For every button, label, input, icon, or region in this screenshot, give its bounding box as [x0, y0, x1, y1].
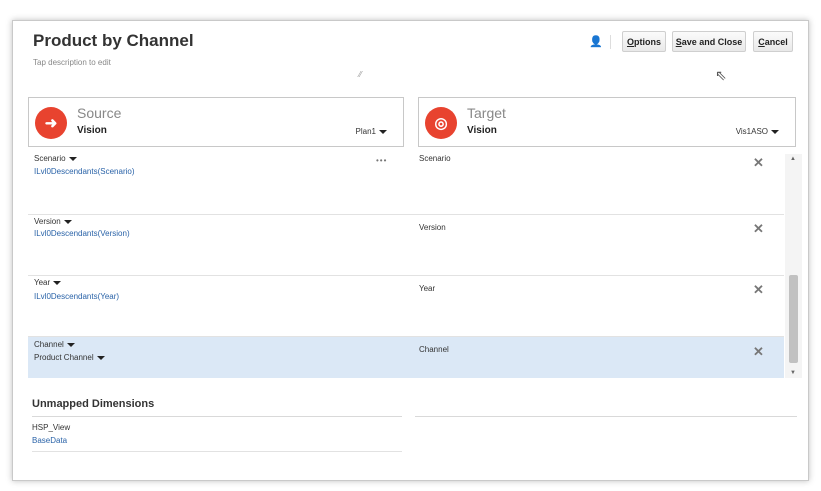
- target-card: ◎ Target Vision Vis1ASO: [418, 97, 796, 147]
- divider: [32, 451, 402, 452]
- source-dimension-label: Version: [34, 217, 61, 226]
- source-dimension-dropdown[interactable]: Scenario: [34, 154, 77, 163]
- unmapped-dimensions-title: Unmapped Dimensions: [32, 398, 155, 410]
- member-selection-link[interactable]: ILvl0Descendants(Year): [34, 292, 119, 301]
- table-row[interactable]: Channel Product Channel Channel ✕: [28, 337, 784, 378]
- target-app: Vision: [467, 125, 497, 136]
- source-cube-dropdown[interactable]: Plan1: [356, 127, 387, 136]
- save-and-close-button[interactable]: Save and Close: [672, 31, 746, 52]
- chevron-down-icon: [63, 219, 72, 224]
- source-dimension-dropdown[interactable]: Version: [34, 217, 72, 226]
- scroll-up-icon[interactable]: ▲: [790, 156, 796, 162]
- close-icon[interactable]: ✕: [753, 221, 764, 237]
- chevron-down-icon: [68, 156, 77, 161]
- close-icon[interactable]: ✕: [753, 344, 764, 360]
- resize-handle-icon[interactable]: ⁄⁄: [359, 70, 362, 79]
- more-actions-icon[interactable]: •••: [376, 156, 387, 165]
- table-row[interactable]: Scenario ILvl0Descendants(Scenario) ••• …: [28, 154, 784, 215]
- target-cube-value: Vis1ASO: [735, 127, 768, 136]
- options-button[interactable]: Options: [622, 31, 666, 52]
- scroll-down-icon[interactable]: ▼: [790, 370, 796, 376]
- user-icon[interactable]: 👤: [589, 35, 603, 48]
- unmapped-member-link[interactable]: BaseData: [32, 436, 67, 445]
- source-dimension-dropdown[interactable]: Year: [34, 278, 62, 287]
- member-selection-link[interactable]: ILvl0Descendants(Scenario): [34, 167, 135, 176]
- dialog-frame: Product by Channel Tap description to ed…: [12, 20, 809, 481]
- target-label: Target: [467, 105, 506, 121]
- chevron-down-icon: [66, 342, 75, 347]
- page-title: Product by Channel: [33, 31, 194, 50]
- source-dimension-label: Year: [34, 278, 51, 287]
- divider: [32, 416, 402, 417]
- close-icon[interactable]: ✕: [753, 282, 764, 298]
- vertical-scrollbar[interactable]: ▲ ▼: [785, 154, 802, 378]
- divider: [415, 416, 797, 417]
- target-dimension: Scenario: [419, 154, 451, 163]
- scrollbar-thumb[interactable]: [789, 275, 798, 363]
- table-row[interactable]: Version ILvl0Descendants(Version) Versio…: [28, 215, 784, 276]
- options-button-label: Options: [626, 36, 661, 47]
- chevron-down-icon: [96, 355, 105, 360]
- source-cube-value: Plan1: [355, 127, 376, 136]
- save-and-close-button-label: Save and Close: [675, 36, 743, 47]
- source-exit-icon: ➜: [35, 107, 67, 139]
- member-selection-label: Product Channel: [34, 353, 94, 362]
- target-dimension: Year: [419, 284, 436, 293]
- description-field[interactable]: Tap description to edit: [33, 58, 111, 67]
- source-dimension-dropdown[interactable]: Channel: [34, 340, 75, 349]
- chevron-down-icon: [771, 129, 779, 134]
- mouse-cursor-icon: ⇖: [715, 67, 727, 83]
- target-bullseye-icon: ◎: [425, 107, 457, 139]
- member-selection-link[interactable]: ILvl0Descendants(Version): [34, 229, 130, 238]
- source-app: Vision: [77, 125, 107, 136]
- cancel-button[interactable]: Cancel: [753, 31, 793, 52]
- target-dimension: Channel: [419, 345, 449, 354]
- source-label: Source: [77, 105, 122, 121]
- close-icon[interactable]: ✕: [753, 155, 764, 171]
- table-row[interactable]: Year ILvl0Descendants(Year) Year ✕: [28, 276, 784, 337]
- cancel-button-label: Cancel: [758, 36, 788, 47]
- target-cube-dropdown[interactable]: Vis1ASO: [736, 127, 779, 136]
- member-selection-dropdown[interactable]: Product Channel: [34, 353, 105, 362]
- unmapped-dimension-name: HSP_View: [32, 423, 71, 432]
- target-dimension: Version: [419, 223, 446, 232]
- chevron-down-icon: [379, 129, 387, 134]
- chevron-down-icon: [53, 280, 62, 285]
- header-divider: [610, 35, 611, 49]
- source-dimension-label: Scenario: [34, 154, 66, 163]
- source-card: ➜ Source Vision Plan1: [28, 97, 404, 147]
- mapping-grid: Scenario ILvl0Descendants(Scenario) ••• …: [28, 154, 802, 378]
- source-dimension-label: Channel: [34, 340, 64, 349]
